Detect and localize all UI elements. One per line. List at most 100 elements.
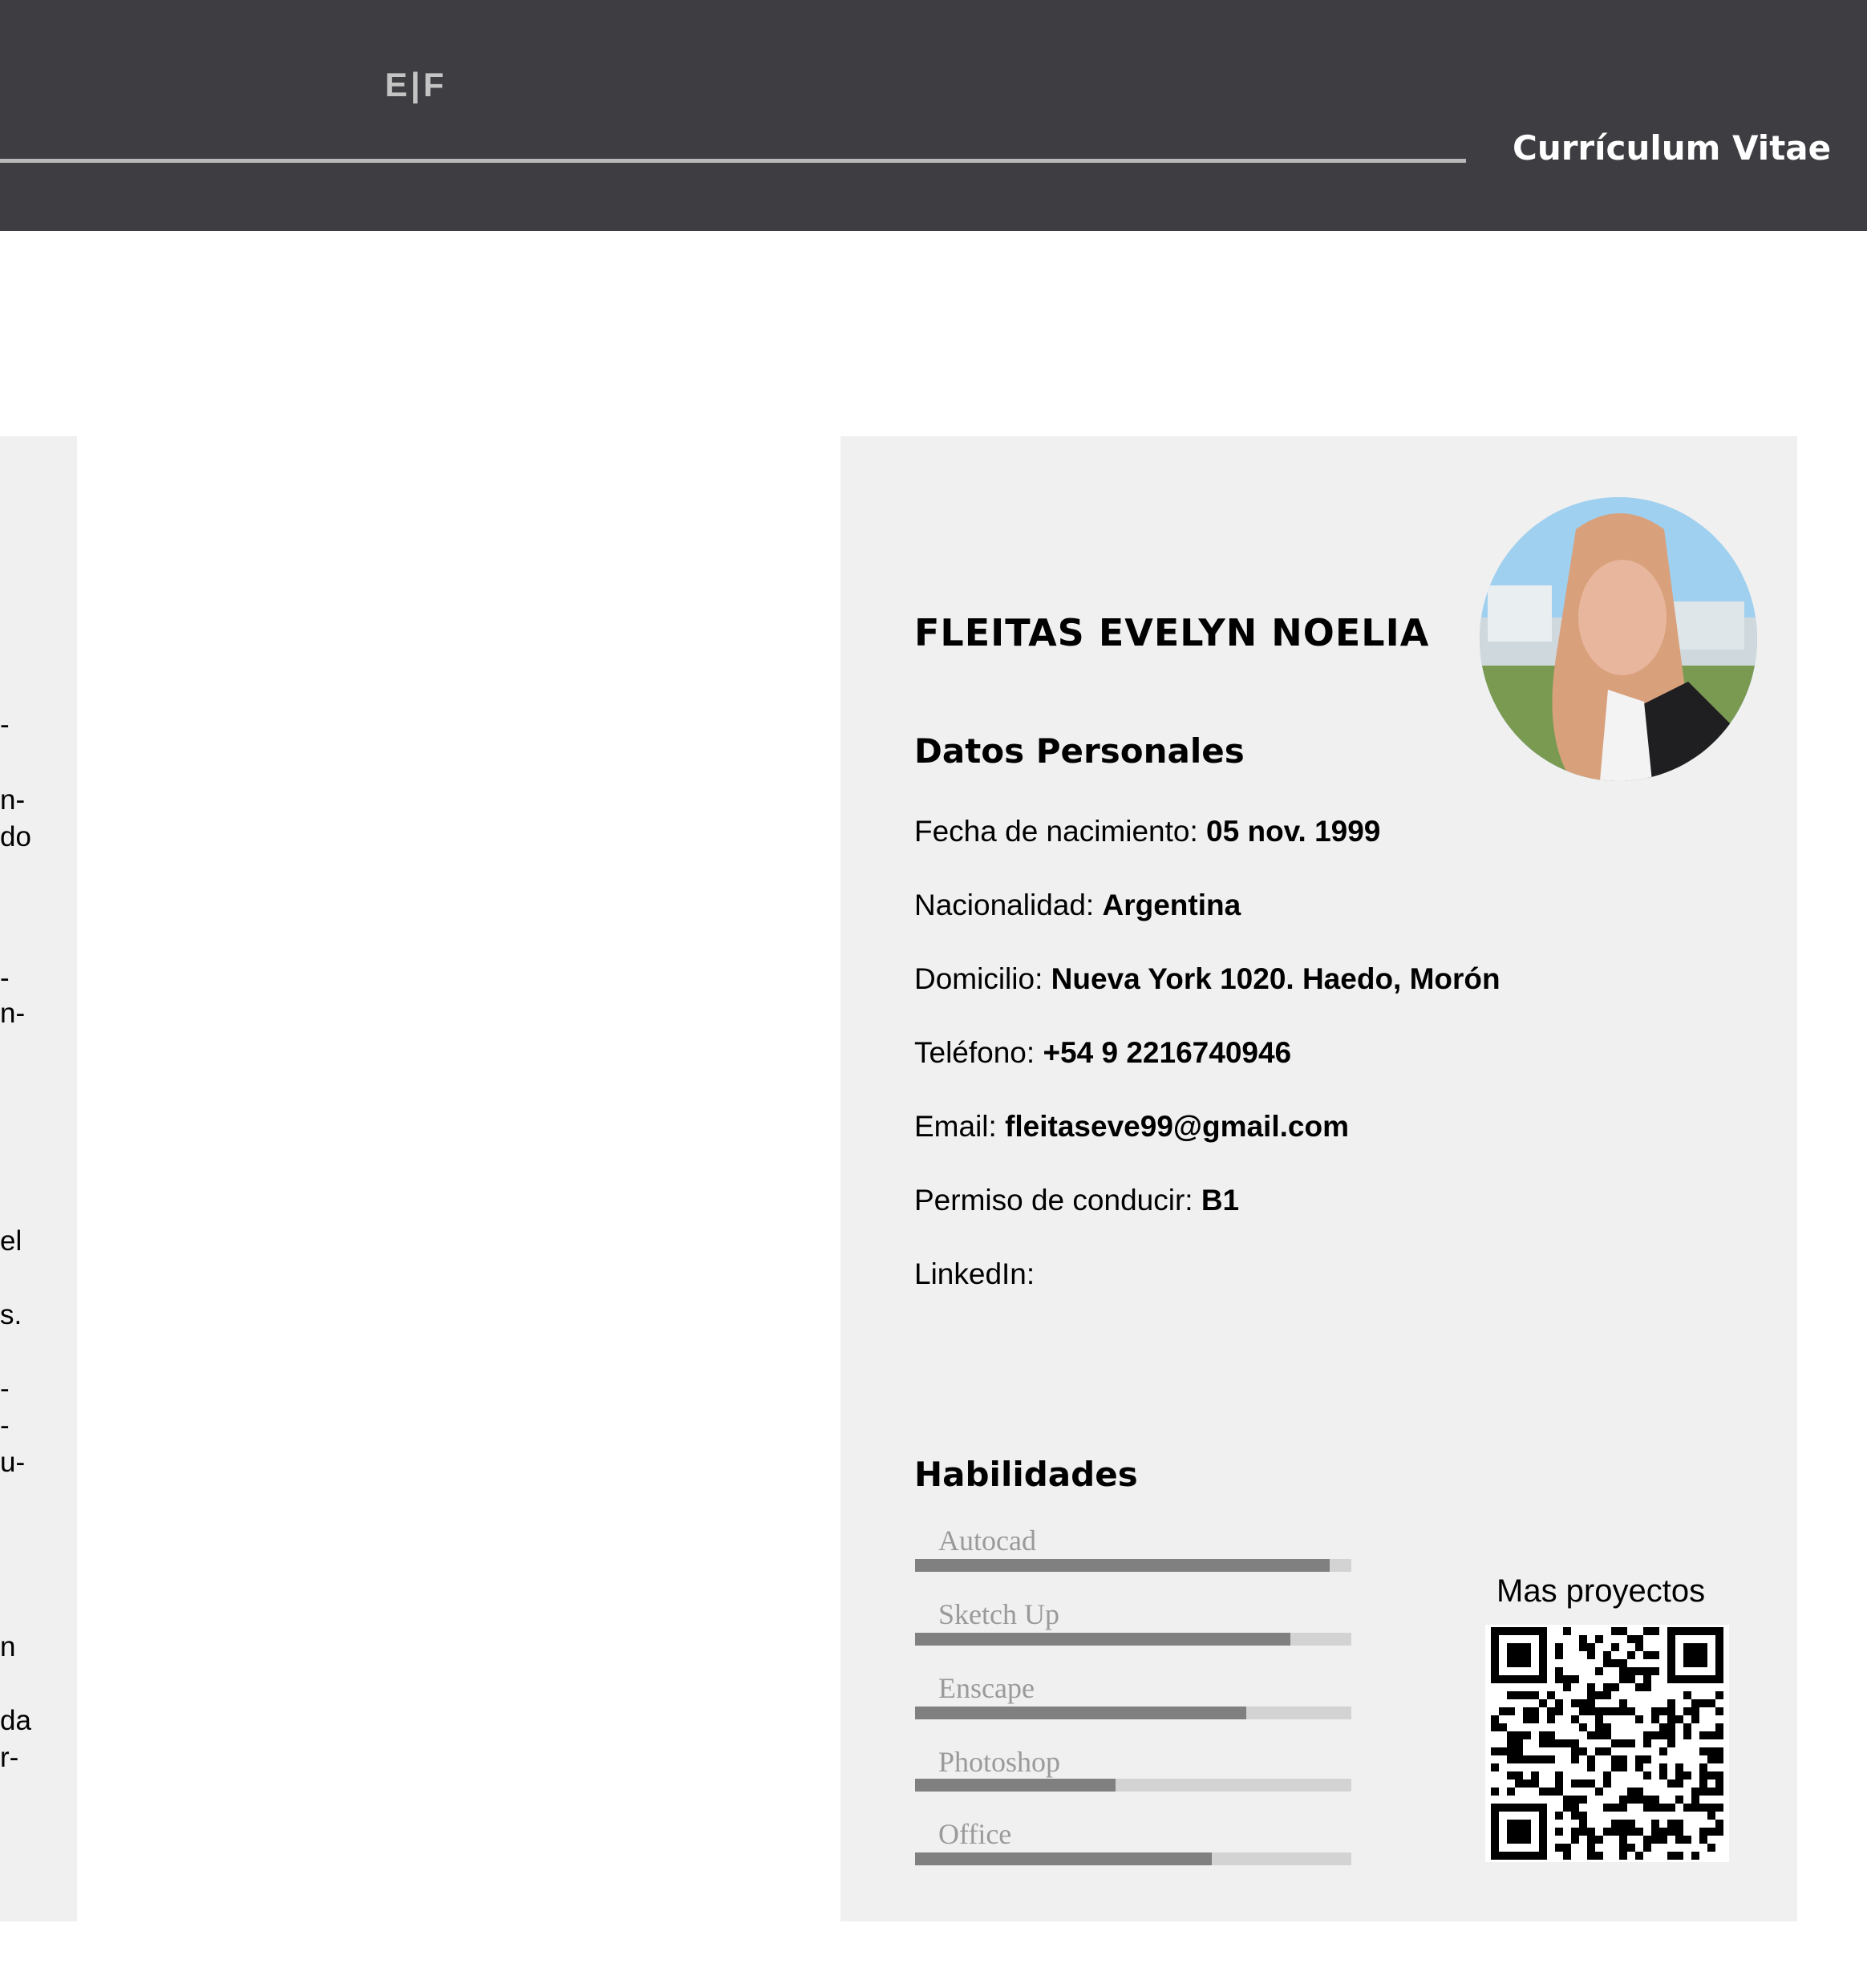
qr-module	[1635, 1683, 1643, 1691]
qr-module	[1555, 1699, 1563, 1707]
qr-module	[1691, 1707, 1699, 1715]
qr-module	[1507, 1739, 1515, 1747]
qr-module	[1683, 1691, 1691, 1699]
field-label: Teléfono:	[914, 1036, 1043, 1069]
linkedin-field: LinkedIn:	[914, 1257, 1035, 1291]
qr-module	[1579, 1699, 1587, 1707]
qr-module	[1547, 1739, 1555, 1747]
qr-module	[1515, 1731, 1523, 1739]
skill-bar-track	[915, 1779, 1351, 1792]
qr-module	[1651, 1731, 1659, 1739]
qr-module	[1491, 1715, 1499, 1723]
qr-module	[1531, 1755, 1539, 1763]
qr-module	[1531, 1691, 1539, 1699]
qr-module	[1683, 1643, 1707, 1667]
qr-module	[1515, 1747, 1523, 1755]
email-field: Email: fleitaseve99@gmail.com	[914, 1110, 1349, 1144]
license-field: Permiso de conducir: B1	[914, 1184, 1239, 1217]
qr-module	[1563, 1796, 1571, 1804]
qr-module	[1707, 1844, 1715, 1852]
text-fragment: do	[0, 821, 31, 852]
qr-module	[1587, 1683, 1595, 1691]
qr-module	[1651, 1715, 1659, 1723]
qr-module	[1627, 1651, 1635, 1659]
qr-module	[1587, 1643, 1595, 1651]
qr-module	[1651, 1667, 1659, 1675]
candidate-name: FLEITAS EVELYN NOELIA	[914, 611, 1430, 654]
qr-module	[1611, 1820, 1619, 1828]
qr-module	[1547, 1788, 1555, 1796]
qr-module	[1499, 1707, 1507, 1715]
qr-module	[1571, 1739, 1579, 1747]
skill-bar-fill	[915, 1633, 1290, 1646]
qr-module	[1579, 1635, 1587, 1643]
qr-module	[1651, 1804, 1659, 1812]
qr-module	[1555, 1651, 1563, 1659]
qr-module	[1523, 1691, 1531, 1699]
qr-module	[1547, 1731, 1555, 1739]
qr-module	[1619, 1755, 1627, 1763]
qr-module	[1707, 1828, 1715, 1836]
qr-module	[1675, 1820, 1683, 1828]
qr-module	[1595, 1731, 1603, 1739]
qr-module	[1659, 1836, 1667, 1844]
qr-module	[1603, 1747, 1611, 1755]
text-fragment: s.	[0, 1299, 22, 1330]
text-fragment: da	[0, 1705, 31, 1736]
qr-module	[1715, 1755, 1723, 1763]
qr-module	[1603, 1691, 1611, 1699]
skill-label: Autocad	[938, 1524, 1036, 1557]
qr-module	[1603, 1683, 1611, 1691]
qr-module	[1523, 1731, 1531, 1739]
qr-module	[1555, 1643, 1563, 1651]
qr-module	[1563, 1627, 1571, 1635]
qr-module	[1587, 1836, 1595, 1844]
field-label: Domicilio:	[914, 962, 1051, 995]
qr-module	[1555, 1788, 1563, 1796]
qr-module	[1587, 1844, 1595, 1852]
qr-module	[1667, 1739, 1675, 1747]
text-fragment: r-	[0, 1742, 19, 1773]
qr-module	[1627, 1796, 1635, 1804]
text-fragment: n	[0, 1631, 16, 1662]
qr-module	[1715, 1788, 1723, 1796]
qr-module	[1555, 1779, 1563, 1788]
skill-bar-track	[915, 1852, 1351, 1865]
qr-module	[1715, 1828, 1723, 1836]
qr-module	[1699, 1763, 1707, 1771]
qr-module	[1507, 1820, 1531, 1844]
qr-module	[1627, 1820, 1635, 1828]
qr-module	[1579, 1828, 1587, 1836]
qr-module	[1691, 1715, 1699, 1723]
qr-module	[1579, 1779, 1587, 1788]
more-projects-label: Mas proyectos	[1496, 1573, 1706, 1609]
qr-module	[1651, 1820, 1659, 1828]
text-fragment: -	[0, 709, 10, 740]
qr-module	[1595, 1635, 1603, 1643]
qr-module	[1707, 1788, 1715, 1796]
qr-module	[1691, 1804, 1699, 1812]
qr-module	[1699, 1779, 1707, 1788]
qr-module	[1587, 1691, 1595, 1699]
qr-module	[1627, 1635, 1635, 1643]
qr-module	[1595, 1707, 1603, 1715]
qr-module	[1587, 1779, 1595, 1788]
qr-module	[1643, 1804, 1651, 1812]
field-label: Permiso de conducir:	[914, 1184, 1201, 1217]
field-label: Email:	[914, 1110, 1006, 1143]
qr-module	[1635, 1763, 1643, 1771]
qr-module	[1587, 1707, 1595, 1715]
qr-module	[1619, 1659, 1627, 1667]
skill-bar-track	[915, 1707, 1351, 1719]
qr-module	[1667, 1715, 1675, 1723]
field-value: +54 9 2216740946	[1043, 1036, 1292, 1069]
qr-module	[1507, 1747, 1515, 1755]
qr-module	[1587, 1699, 1595, 1707]
qr-module	[1715, 1820, 1723, 1828]
qr-module	[1523, 1779, 1531, 1788]
qr-code[interactable]	[1485, 1625, 1729, 1862]
qr-module	[1651, 1836, 1659, 1844]
qr-module	[1707, 1804, 1715, 1812]
qr-module	[1627, 1739, 1635, 1747]
qr-module	[1619, 1844, 1627, 1852]
